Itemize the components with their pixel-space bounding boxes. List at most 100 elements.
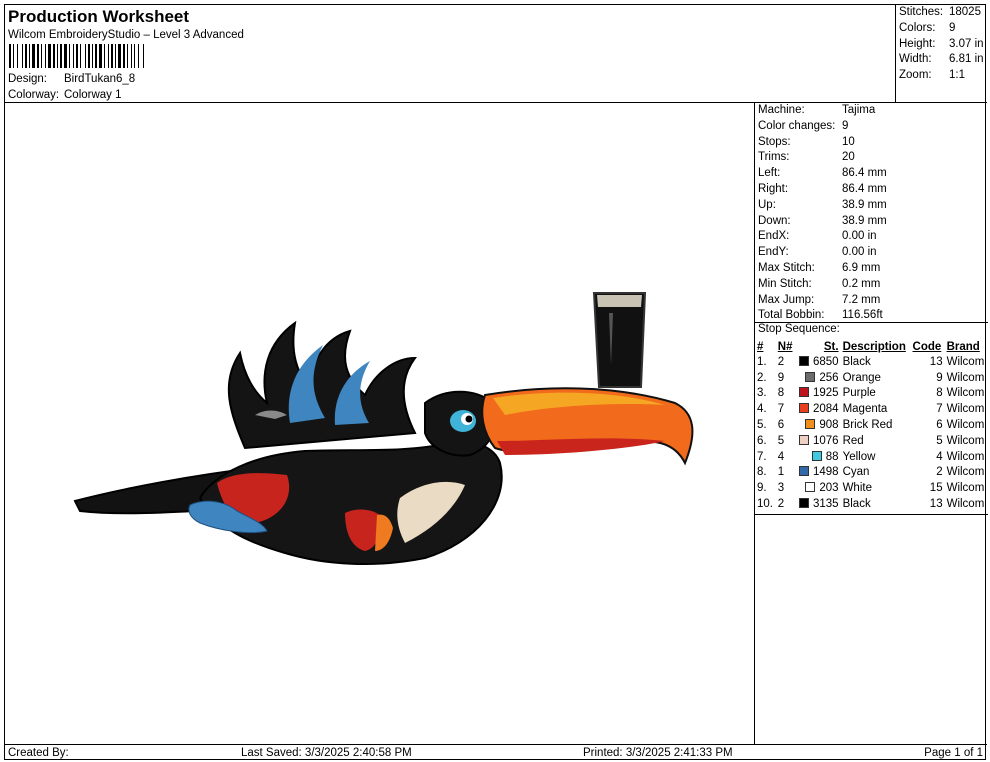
stitch-count: 88: [825, 450, 839, 463]
spec-value: 86.4 mm: [842, 167, 887, 180]
spec-value: 86.4 mm: [842, 183, 887, 195]
spec-label: Stops:: [758, 135, 791, 148]
thread-description: White: [842, 482, 872, 495]
worksheet-page: Production Worksheet Wilcom EmbroiderySt…: [4, 4, 988, 761]
stitch-count: 203: [819, 482, 839, 495]
stop-row: 6. 5 1076 Red 5 Wilcom: [755, 433, 988, 449]
color-swatch: [798, 403, 809, 414]
col-stitches: St.: [823, 340, 839, 353]
stitch-count: 3135: [812, 498, 839, 511]
design-summary: Stitches: 18025 Colors: 9 Height: 3.07 in W…: [895, 5, 987, 103]
needle-number: 3: [777, 482, 785, 495]
spec-value: 0.00 in: [842, 246, 877, 259]
stitch-count-cell: 3135: [795, 496, 840, 512]
stitch-count-cell: 2084: [795, 401, 840, 417]
stop-index: 7.: [757, 450, 767, 463]
color-swatch: [798, 355, 809, 366]
needle-number: 9: [777, 371, 785, 384]
needle-number: 2: [777, 355, 785, 368]
colors-value: 9: [949, 22, 956, 34]
spec-value: 38.9 mm: [842, 198, 887, 211]
spec-label: Max Stitch:: [758, 262, 815, 274]
stop-row: 3. 8 1925 Purple 8 Wilcom: [755, 386, 988, 402]
color-swatch: [811, 450, 822, 461]
stitches-value: 18025: [949, 6, 981, 18]
stop-index: 8.: [757, 466, 767, 479]
color-swatch: [805, 371, 816, 382]
stitch-count: 6850: [812, 355, 839, 368]
worksheet-header: Production Worksheet Wilcom EmbroiderySt…: [5, 5, 895, 103]
created-by: Created By:: [8, 747, 69, 759]
col-index: #: [757, 340, 764, 353]
height-label: Height:: [899, 38, 936, 50]
spec-label: EndX:: [758, 230, 790, 243]
thread-brand: Wilcom: [946, 434, 985, 447]
spec-label: Down:: [758, 214, 791, 227]
thread-code: 2: [936, 466, 943, 479]
col-description: Description: [842, 340, 906, 353]
spec-value: 10: [842, 135, 855, 148]
stitches-label: Stitches:: [899, 6, 944, 18]
stop-sequence-divider: [755, 514, 988, 515]
spec-row: Machine: Tajima: [758, 104, 875, 116]
worksheet-footer: Created By: Last Saved: 3/3/2025 2:40:58…: [5, 744, 987, 761]
software-name: Wilcom EmbroideryStudio – Level 3 Advanc…: [8, 29, 244, 41]
stitch-count: 908: [819, 419, 839, 432]
stitch-count: 1925: [812, 387, 839, 400]
stop-row: 2. 9 256 Orange 9 Wilcom: [755, 370, 988, 386]
spec-label: Max Jump:: [758, 293, 815, 306]
printed-date: Printed: 3/3/2025 2:41:33 PM: [583, 747, 733, 759]
needle-number: 1: [777, 466, 785, 479]
color-swatch: [798, 498, 809, 509]
thread-code: 13: [929, 498, 943, 511]
spec-value: 9: [842, 119, 849, 132]
stop-row: 4. 7 2084 Magenta 7 Wilcom: [755, 401, 988, 417]
stop-index: 2.: [757, 371, 767, 384]
stitch-count: 1076: [812, 434, 839, 447]
stitch-count: 1498: [812, 466, 839, 479]
col-brand: Brand: [946, 340, 980, 353]
col-needle: N#: [777, 340, 793, 353]
thread-description: Cyan: [842, 466, 870, 479]
thread-code: 9: [936, 371, 943, 384]
page-number: Page 1 of 1: [924, 747, 983, 759]
stop-index: 5.: [757, 419, 767, 432]
design-label: Design:: [8, 73, 47, 85]
spec-row: Stops: 10: [758, 136, 855, 148]
thread-brand: Wilcom: [946, 498, 985, 511]
color-swatch: [798, 466, 809, 477]
thread-code: 8: [936, 387, 943, 400]
spec-row: Max Stitch: 6.9 mm: [758, 262, 880, 274]
spec-value: 38.9 mm: [842, 214, 887, 227]
stop-sequence-table: # N# St. Description Code Brand 1. 2 6850 B…: [755, 339, 988, 512]
stitch-count: 256: [819, 371, 839, 384]
stitch-count: 2084: [812, 403, 839, 416]
last-saved: Last Saved: 3/3/2025 2:40:58 PM: [241, 747, 412, 759]
thread-code: 4: [936, 450, 943, 463]
stop-row: 9. 3 203 White 15 Wilcom: [755, 480, 988, 496]
stitch-count-cell: 256: [795, 370, 840, 386]
design-preview: [5, 103, 754, 744]
stop-index: 10.: [757, 498, 773, 511]
design-name: BirdTukan6_8: [64, 73, 136, 85]
stitch-count-cell: 908: [795, 417, 840, 433]
thread-brand: Wilcom: [946, 355, 985, 368]
page-title: Production Worksheet: [8, 7, 190, 26]
stop-sequence-title: Stop Sequence:: [755, 322, 988, 335]
stop-index: 6.: [757, 434, 767, 447]
thread-code: 5: [936, 434, 943, 447]
stop-row: 1. 2 6850 Black 13 Wilcom: [755, 354, 988, 370]
spec-row: EndX: 0.00 in: [758, 230, 877, 242]
color-swatch: [798, 387, 809, 398]
spec-value: 0.00 in: [842, 230, 877, 243]
color-swatch: [805, 419, 816, 430]
color-swatch: [798, 434, 809, 445]
needle-number: 2: [777, 498, 785, 511]
stitch-count-cell: 6850: [795, 354, 840, 370]
width-label: Width:: [899, 53, 932, 65]
thread-description: Black: [842, 355, 871, 368]
color-swatch: [805, 482, 816, 493]
thread-description: Black: [842, 498, 871, 511]
thread-brand: Wilcom: [946, 387, 985, 400]
thread-description: Purple: [842, 387, 876, 400]
